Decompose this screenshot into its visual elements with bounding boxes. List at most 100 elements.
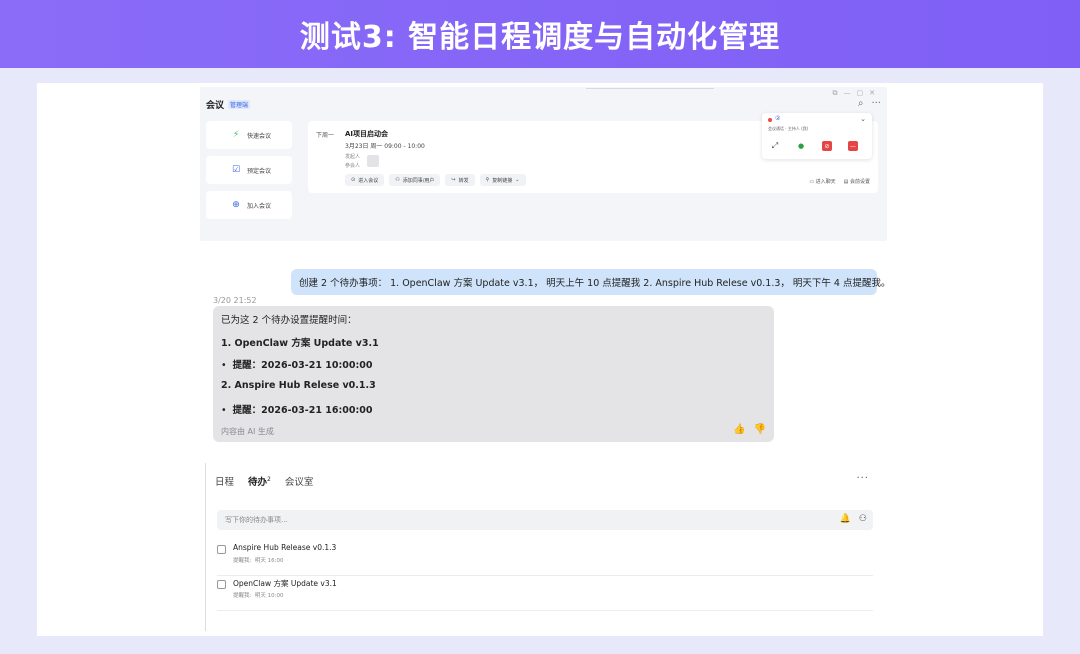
meeting-app-title: 会议 [206,101,225,111]
next-meeting-day: 下周一 [316,132,335,139]
share-button[interactable]: ↪ 转发 [445,174,475,186]
bell-icon[interactable]: 🔔 [840,514,851,524]
recording-dot [768,118,772,122]
pre-meeting-settings-button[interactable]: ▤ 会前设置 [844,178,870,185]
ai-generated-note: 内容由 AI 生成 [221,427,274,436]
ai-item-2-reminder: • 提醒：2026-03-21 16:00:00 [221,402,373,416]
close-icon[interactable]: ✕ [869,89,881,97]
todo-input-tools: 🔔 ⚇ [840,514,867,524]
todo-checkbox[interactable] [217,545,226,554]
add-user-icon: ⚇ [395,177,400,183]
lightning-icon: ⚡ [232,130,240,140]
todo-reminder: 提醒我: 明天 16:00 [233,556,283,564]
copy-link-button[interactable]: ⚲ 复制链接 ⌄ [479,174,526,186]
reminder-label: 提醒： [232,360,262,371]
tab-todo-count: 2 [267,475,271,483]
avatar [367,155,379,167]
chat-icon: ▭ [809,179,815,185]
expand-icon[interactable]: ⤢ [770,141,780,151]
ai-item-1: 1. OpenClaw 方案 Update v3.1 [221,335,379,349]
plus-circle-icon: ⊕ [232,200,240,210]
bullet: • [221,360,233,371]
join-meeting-button[interactable]: ⊕ 加入会议 [206,191,292,219]
divider [217,610,873,611]
content-canvas: ⧉—▢✕ 会议 管理端 ⌕ ··· ⚡ 快速会议 ☑ 预定会议 ⊕ 加入会议 下… [37,83,1043,636]
link-icon: ⚲ [485,177,490,183]
settings-icon: ▤ [843,179,849,185]
banner: 测试3: 智能日程调度与自动化管理 [0,0,1080,68]
ai-intro: 已为这 2 个待办设置提醒时间： [221,315,357,326]
copy-link-label: 复制链接 [492,177,513,184]
enter-chat-label: 进入聊天 [815,179,836,185]
share-icon: ↪ [451,177,456,183]
meeting-time: 3月23日 周一 09:00 - 10:00 [345,143,425,150]
meeting-header: 会议 管理端 [206,98,251,111]
todo-input[interactable]: 写下你的待办事项... 🔔 ⚇ [217,510,873,530]
schedule-meeting-button[interactable]: ☑ 预定会议 [206,156,292,184]
more-icon[interactable]: ··· [856,473,869,484]
meeting-toolbar: ⌕ ··· [858,98,881,109]
tab-meeting-room[interactable]: 会议室 [285,474,314,488]
todo-input-placeholder: 写下你的待办事项... [225,516,288,524]
quick-meeting-label: 快速会议 [247,132,272,140]
todo-item[interactable]: OpenClaw 方案 Update v3.1 提醒我: 明天 10:00 [217,577,873,611]
ai-item-index: 1. [221,338,232,349]
quick-meeting-button[interactable]: ⚡ 快速会议 [206,121,292,149]
tab-todo-label: 待办 [248,477,268,488]
share-label: 转发 [458,177,469,184]
divider [205,463,206,631]
admin-badge: 管理端 [228,100,251,109]
more-icon[interactable]: ··· [871,98,881,109]
tab-schedule[interactable]: 日程 [215,474,234,488]
join-meeting-label: 加入会议 [247,202,272,210]
ai-item-index: 2. [221,380,232,391]
reminder-time: 2026-03-21 10:00:00 [261,360,373,371]
call-count: ② [775,115,781,122]
enter-chat-button[interactable]: ▭ 进入聊天 [809,178,835,185]
todo-reminder-time: 明天 10:00 [254,593,284,599]
reminder-label: 提醒： [232,405,262,416]
assign-user-icon[interactable]: ⚇ [859,514,867,524]
participants-label: 参会人 [345,163,361,169]
todo-reminder-time: 明天 16:00 [254,558,284,564]
calendar-check-icon: ☑ [231,165,241,175]
chevron-down-icon[interactable]: ⌄ [515,177,519,183]
todo-title: OpenClaw 方案 Update v3.1 [233,579,337,588]
todo-reminder-label: 提醒我: [233,593,252,599]
tab-todo[interactable]: 待办2 [248,474,271,488]
collapse-icon[interactable]: ⌄ [860,115,866,123]
call-panel: ② ⌄ 会议通话 · 主持人 (我) ⤢ ● ⊘ — [762,113,872,159]
ai-item-1-reminder: • 提醒：2026-03-21 10:00:00 [221,357,373,371]
window-drag-bar[interactable] [586,88,714,89]
schedule-meeting-label: 预定会议 [247,167,272,175]
call-status: 会议通话 · 主持人 (我) [768,126,809,131]
message-timestamp: 3/20 21:52 [213,296,257,305]
user-message: 创建 2 个待办事项： 1. OpenClaw 方案 Update v3.1， … [291,269,891,295]
meeting-name: AI项目启动会 [345,130,389,138]
search-icon[interactable]: ⌕ [858,98,864,109]
thumbs-down-icon[interactable]: 👎 [754,424,766,435]
camera-off-icon[interactable]: ⊘ [822,141,832,151]
maximize-icon[interactable]: ▢ [857,89,870,97]
enter-meeting-button[interactable]: ⊙ 进入会议 [345,174,385,186]
thumbs-up-icon[interactable]: 👍 [733,424,745,435]
minimize-icon[interactable]: — [844,89,857,97]
ai-response: 已为这 2 个待办设置提醒时间： 1. OpenClaw 方案 Update v… [213,306,774,442]
ai-item-title: Anspire Hub Relese v0.1.3 [234,380,376,391]
todo-item[interactable]: Anspire Hub Release v0.1.3 提醒我: 明天 16:00 [217,542,873,576]
host-label: 发起人 [345,154,361,160]
meeting-actions: ⊙ 进入会议 ⚇ 添加同事/用户 ↪ 转发 ⚲ 复制链接 ⌄ [345,174,526,186]
bullet: • [221,405,233,416]
ai-item-2: 2. Anspire Hub Relese v0.1.3 [221,380,376,391]
window-controls[interactable]: ⧉—▢✕ [833,89,882,98]
todo-checkbox[interactable] [217,580,226,589]
reminder-time: 2026-03-21 16:00:00 [261,405,373,416]
restore-icon[interactable]: ⧉ [833,89,844,97]
add-user-button[interactable]: ⚇ 添加同事/用户 [389,174,441,186]
hangup-icon[interactable]: — [848,141,858,151]
enter-icon: ⊙ [351,177,356,183]
pre-meeting-settings-label: 会前设置 [849,179,870,185]
enter-meeting-label: 进入会议 [358,177,379,184]
mic-icon[interactable]: ● [796,141,806,151]
divider [217,575,873,576]
